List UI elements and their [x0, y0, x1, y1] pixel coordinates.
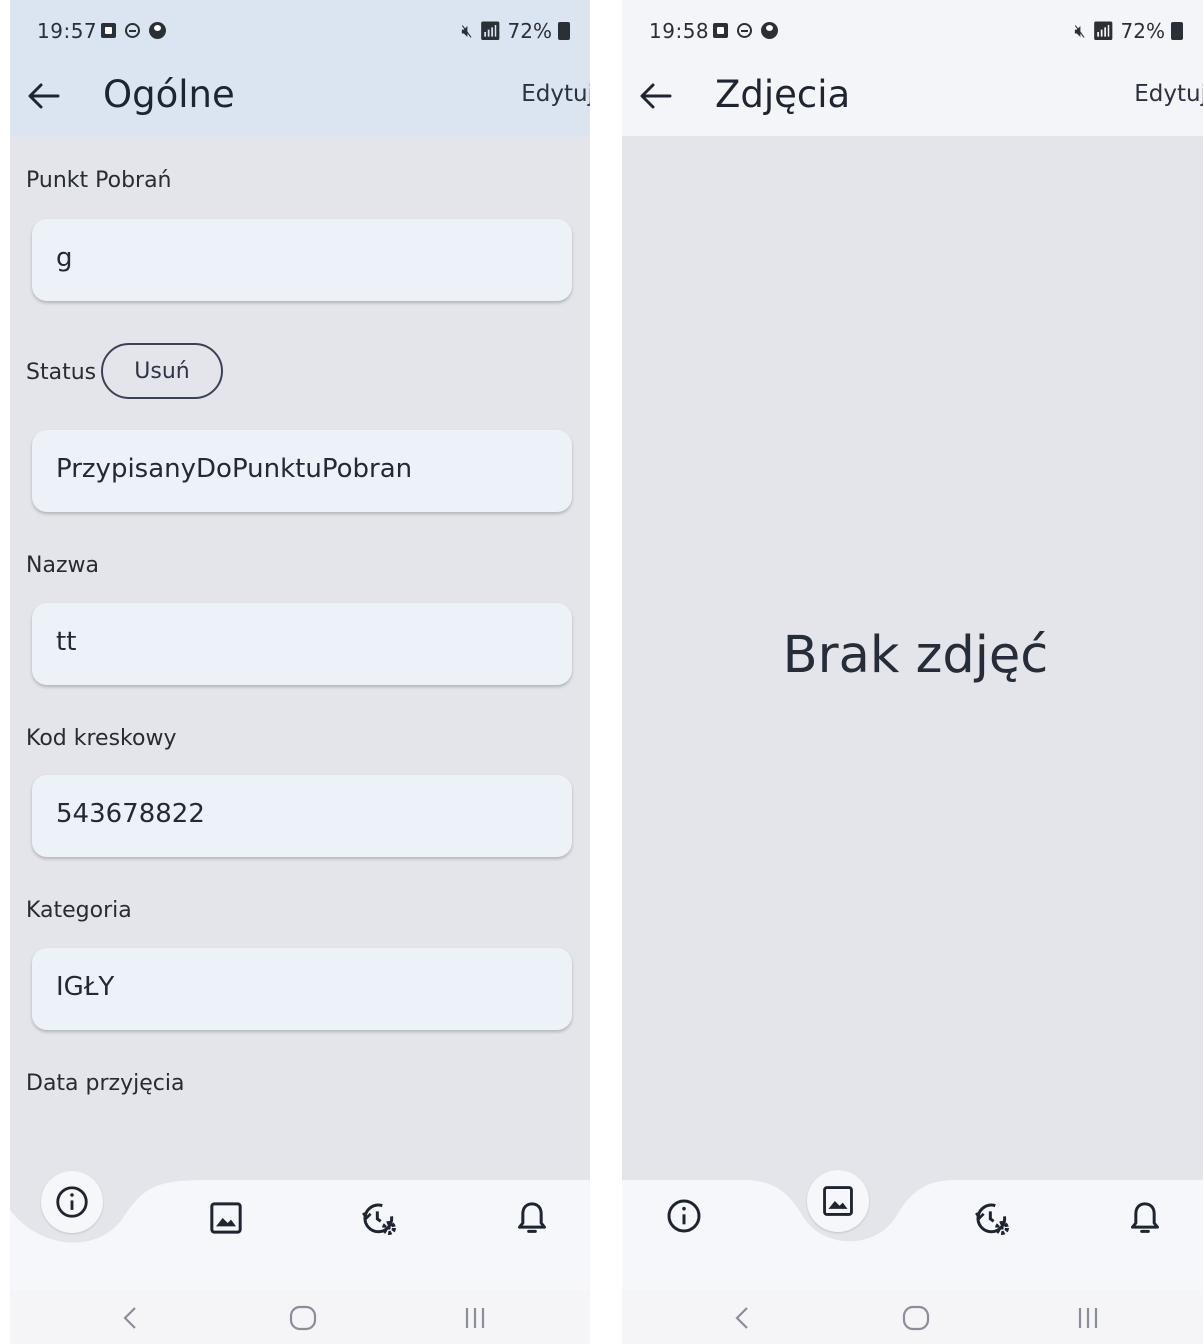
battery-icon [1171, 22, 1183, 40]
app-bar: Ogólne Edytuj [10, 62, 590, 136]
field-value: 543678822 [56, 799, 205, 829]
page-title: Zdjęcia [715, 73, 851, 116]
edit-button[interactable]: Edytuj [1134, 81, 1203, 107]
account-icon [149, 22, 166, 39]
bell-icon [1131, 1202, 1159, 1233]
bottom-nav-background [622, 1180, 1203, 1300]
notification-icon [101, 23, 116, 38]
back-icon[interactable] [113, 1300, 149, 1336]
field-status[interactable]: PrzypisanyDoPunktuPobran [32, 430, 572, 512]
field-value: IGŁY [56, 972, 115, 1002]
mute-icon: 🔇︎ [461, 20, 473, 42]
notification-icon [713, 23, 728, 38]
recents-icon[interactable] [457, 1300, 493, 1336]
tab-info[interactable] [664, 1196, 704, 1236]
page-title: Ogólne [103, 73, 235, 116]
app-bar: Zdjęcia Edytuj [622, 62, 1203, 136]
tab-info[interactable] [41, 1171, 103, 1233]
field-label-status: Status [26, 360, 97, 385]
image-icon [210, 1202, 242, 1234]
history-settings-icon [362, 1203, 396, 1235]
info-icon [56, 1186, 88, 1218]
empty-state-message: Brak zdjęć [782, 626, 1049, 685]
status-bar: 19:57 🔇︎ 📶︎ 72% [10, 0, 590, 62]
field-label-nazwa: Nazwa [26, 553, 99, 578]
tab-photos[interactable] [807, 1170, 869, 1232]
home-icon[interactable] [898, 1300, 934, 1336]
battery-percent: 72% [507, 19, 552, 43]
remove-status-button[interactable]: Usuń [101, 343, 223, 399]
bottom-navigation [622, 1140, 1203, 1300]
bottom-navigation [10, 1140, 590, 1300]
edit-button[interactable]: Edytuj [521, 81, 590, 107]
phone-screen-general: 19:57 🔇︎ 📶︎ 72% Ogólne Edytuj Punkt Pobr… [10, 0, 590, 1344]
mute-icon: 🔇︎ [1074, 20, 1086, 42]
account-icon [761, 22, 778, 39]
back-arrow-icon[interactable] [22, 74, 66, 118]
field-label-data-przyjecia: Data przyjęcia [26, 1071, 185, 1096]
tab-notifications[interactable] [1125, 1198, 1165, 1238]
phone-screen-photos: 19:58 🔇︎ 📶︎ 72% Zdjęcia Edytuj Brak zdję… [622, 0, 1203, 1344]
wifi-icon: 📶︎ [478, 20, 502, 42]
do-not-disturb-icon [125, 23, 140, 38]
field-nazwa[interactable]: tt [32, 603, 572, 685]
info-icon [667, 1199, 701, 1233]
system-navigation [10, 1290, 590, 1344]
field-kod-kreskowy[interactable]: 543678822 [32, 775, 572, 857]
field-value: tt [56, 627, 77, 657]
home-icon[interactable] [285, 1300, 321, 1336]
recents-icon[interactable] [1070, 1300, 1106, 1336]
bell-icon [518, 1202, 546, 1233]
battery-icon [558, 22, 570, 40]
tab-history[interactable] [972, 1198, 1012, 1238]
status-time: 19:58 [649, 19, 710, 43]
battery-percent: 72% [1120, 19, 1165, 43]
back-arrow-icon[interactable] [634, 74, 678, 118]
field-kategoria[interactable]: IGŁY [32, 948, 572, 1030]
field-punkt-pobran[interactable]: g [32, 219, 572, 301]
field-label-punkt-pobran: Punkt Pobrań [26, 168, 172, 193]
field-value: PrzypisanyDoPunktuPobran [56, 454, 413, 484]
history-settings-icon [975, 1203, 1009, 1235]
system-navigation [622, 1290, 1203, 1344]
status-bar: 19:58 🔇︎ 📶︎ 72% [622, 0, 1203, 62]
field-label-kategoria: Kategoria [26, 898, 132, 923]
wifi-icon: 📶︎ [1091, 20, 1115, 42]
tab-history[interactable] [359, 1198, 399, 1238]
tab-notifications[interactable] [512, 1198, 552, 1238]
status-time: 19:57 [37, 19, 98, 43]
image-icon [823, 1186, 853, 1216]
field-label-kod-kreskowy: Kod kreskowy [26, 726, 177, 751]
tab-photos[interactable] [206, 1198, 246, 1238]
back-icon[interactable] [725, 1300, 761, 1336]
field-value: g [56, 243, 73, 273]
do-not-disturb-icon [737, 23, 752, 38]
